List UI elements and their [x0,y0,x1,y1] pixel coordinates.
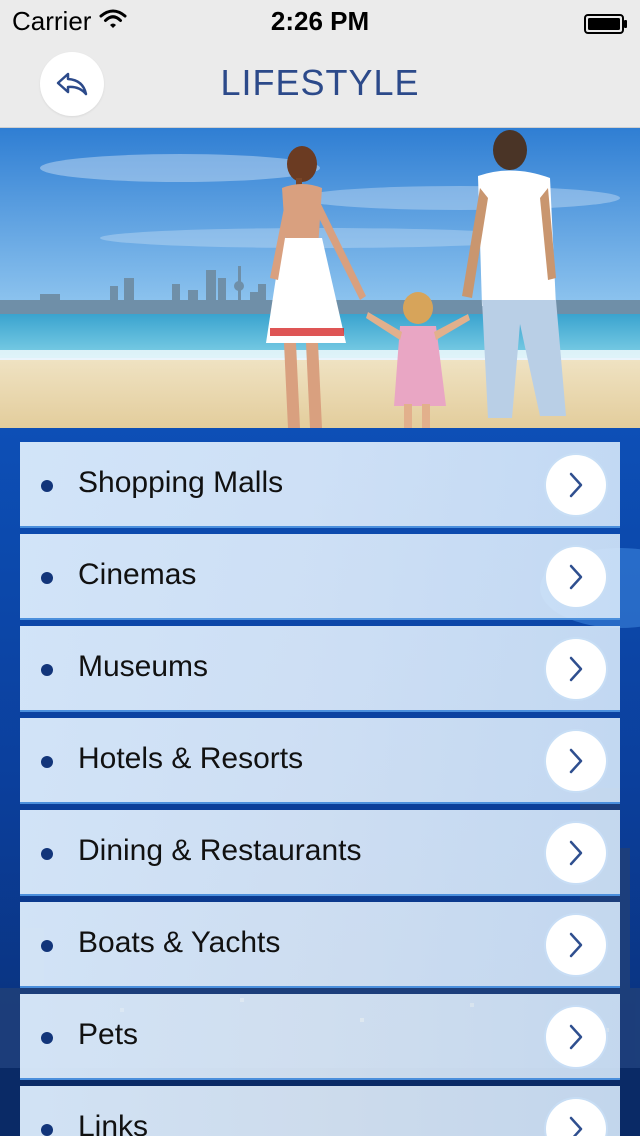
chevron-right-button[interactable] [546,1099,606,1136]
bullet-icon [41,480,53,492]
chevron-right-button[interactable] [546,547,606,607]
lifestyle-screen: Carrier 2:26 PM LIFESTYLE Shopping Malls… [0,0,640,1136]
menu-item-pets[interactable]: Pets [20,994,620,1080]
battery-icon [584,10,628,34]
menu-item-label: Cinemas [78,558,197,591]
menu-item-shopping-malls[interactable]: Shopping Malls [20,442,620,528]
menu-item-label: Shopping Malls [78,466,284,499]
menu-item-boats-yachts[interactable]: Boats & Yachts [20,902,620,988]
chevron-right-icon [569,1024,583,1050]
page-title: LIFESTYLE [220,62,420,103]
hero-image [0,128,640,428]
bullet-icon [41,1032,53,1044]
status-time: 2:26 PM [270,6,370,36]
menu-item-label: Dining & Restaurants [78,834,362,867]
menu-item-hotels-resorts[interactable]: Hotels & Resorts [20,718,620,804]
chevron-right-icon [569,748,583,774]
menu-item-museums[interactable]: Museums [20,626,620,712]
bullet-icon [41,940,53,952]
chevron-right-icon [569,656,583,682]
bullet-icon [41,1124,53,1136]
menu-item-dining-restaurants[interactable]: Dining & Restaurants [20,810,620,896]
menu-item-label: Pets [78,1018,139,1051]
status-bar: Carrier 2:26 PM [0,0,640,40]
navigation-bar: Carrier 2:26 PM LIFESTYLE [0,0,640,128]
menu-item-label: Museums [78,650,209,683]
chevron-right-icon [569,472,583,498]
chevron-right-icon [569,1116,583,1136]
chevron-right-button[interactable] [546,731,606,791]
chevron-right-button[interactable] [546,455,606,515]
menu-item-label: Hotels & Resorts [78,742,304,775]
bullet-icon [41,756,53,768]
chevron-right-icon [569,564,583,590]
menu-item-label: Boats & Yachts [78,926,281,959]
chevron-right-button[interactable] [546,639,606,699]
chevron-right-icon [569,840,583,866]
bullet-icon [41,848,53,860]
chevron-right-button[interactable] [546,1007,606,1067]
lifestyle-menu: Shopping Malls Cinemas Museums Hotels & … [20,442,620,1136]
chevron-right-icon [569,932,583,958]
menu-item-label: Links [78,1110,149,1136]
chevron-right-button[interactable] [546,915,606,975]
bullet-icon [41,572,53,584]
bullet-icon [41,664,53,676]
menu-item-links[interactable]: Links [20,1086,620,1136]
menu-item-cinemas[interactable]: Cinemas [20,534,620,620]
chevron-right-button[interactable] [546,823,606,883]
